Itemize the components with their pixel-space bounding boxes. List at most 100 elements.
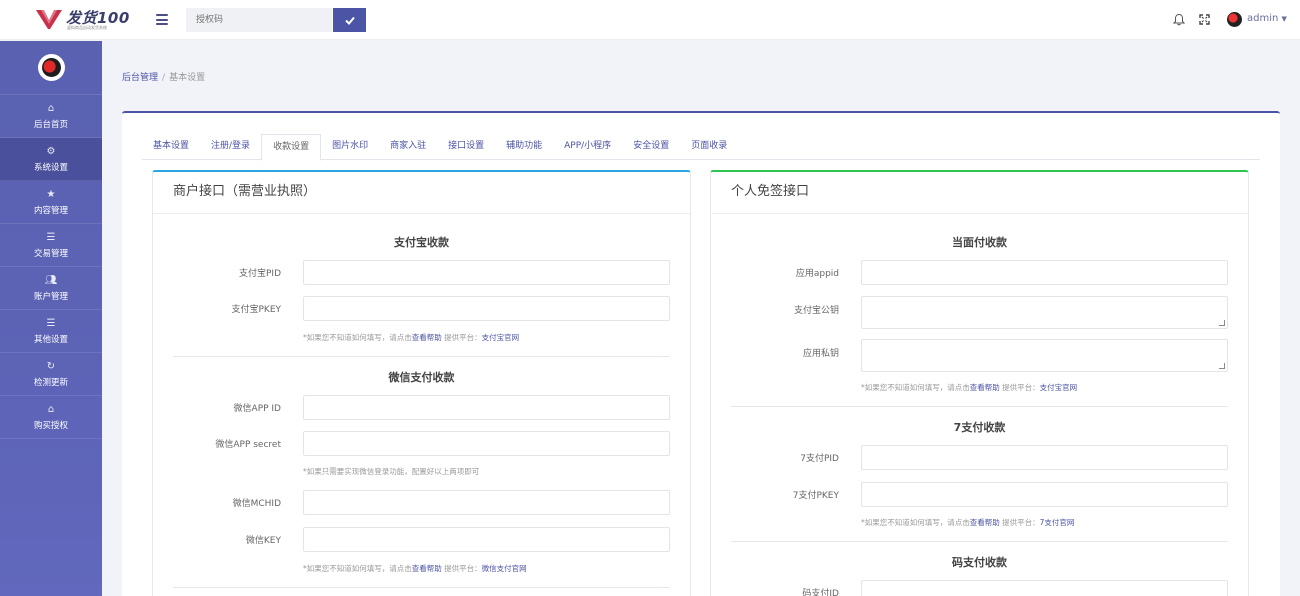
license-submit-button[interactable] xyxy=(333,8,366,32)
wechat-secret-label: 微信APP secret xyxy=(215,440,281,450)
section-title-pay7: 7支付收款 xyxy=(953,421,1006,434)
note-platform: 提供平台： xyxy=(444,564,482,573)
divider xyxy=(731,541,1228,542)
resize-handle[interactable] xyxy=(1219,320,1225,326)
alipay-pkey-input[interactable] xyxy=(303,296,670,321)
pay7-help-note: *如果您不知道如何填写，请点击查看帮助 提供平台：7支付官网 xyxy=(861,517,1074,528)
pay7-pid-label: 7支付PID xyxy=(800,454,839,464)
top-bar: 发货100 虚拟商品自动发货系统 admin ▼ xyxy=(0,0,1300,40)
alipay-pid-label: 支付宝PID xyxy=(238,269,281,279)
logo[interactable]: 发货100 虚拟商品自动发货系统 xyxy=(35,7,129,33)
help-link[interactable]: 查看帮助 xyxy=(412,564,442,573)
f2f-appid-label: 应用appid xyxy=(795,269,839,279)
sidebar-item-label: 购买授权 xyxy=(33,420,68,431)
tab-indexing[interactable]: 页面收录 xyxy=(680,134,738,160)
alipay-help-note: *如果您不知道如何填写，请点击查看帮助 提供平台：支付宝官网 xyxy=(303,332,519,343)
note-text: *如果您不知道如何填写，请点击 xyxy=(303,564,412,573)
note-text: *如果您不知道如何填写，请点击 xyxy=(861,383,970,392)
tab-payment[interactable]: 收款设置 xyxy=(261,134,322,161)
tab-basic[interactable]: 基本设置 xyxy=(142,134,200,160)
sidebar-item-system-settings[interactable]: ⚙ 系统设置 xyxy=(0,138,102,181)
panel-title: 个人免签接口 xyxy=(711,172,1248,214)
wechat-secret-input[interactable] xyxy=(303,431,670,456)
sidebar-item-label: 内容管理 xyxy=(33,205,68,216)
user-menu[interactable]: admin ▼ xyxy=(1247,13,1287,24)
note-platform: 提供平台： xyxy=(1002,518,1040,527)
section-title-alipay: 支付宝收款 xyxy=(394,236,449,249)
list-icon: ☰ xyxy=(46,317,56,329)
sidebar-item-trade[interactable]: ☰ 交易管理 xyxy=(0,224,102,267)
breadcrumb: 后台管理 / 基本设置 xyxy=(122,70,205,83)
star-icon: ★ xyxy=(46,188,56,200)
alipay-public-key-textarea[interactable] xyxy=(861,296,1228,329)
gear-icon: ⚙ xyxy=(46,145,56,157)
help-link[interactable]: 查看帮助 xyxy=(970,518,1000,527)
sidebar-avatar[interactable] xyxy=(37,54,65,81)
bell-icon[interactable] xyxy=(1173,13,1185,26)
panel-title: 商户接口（需营业执照） xyxy=(153,172,690,214)
wechat-appid-input[interactable] xyxy=(303,395,670,420)
codepay-id-label: 码支付ID xyxy=(802,589,839,596)
tab-auxiliary[interactable]: 辅助功能 xyxy=(495,134,553,160)
note-platform: 提供平台： xyxy=(1002,383,1040,392)
tab-watermark[interactable]: 图片水印 xyxy=(321,134,379,160)
user-avatar[interactable] xyxy=(1227,12,1242,27)
sidebar-item-label: 交易管理 xyxy=(33,248,68,259)
alipay-pid-input[interactable] xyxy=(303,260,670,285)
section-title-wechat: 微信支付收款 xyxy=(388,371,455,384)
sidebar-item-content[interactable]: ★ 内容管理 xyxy=(0,181,102,224)
sidebar-item-accounts[interactable]: 👥︎ 账户管理 xyxy=(0,267,102,310)
divider xyxy=(173,587,670,588)
help-link[interactable]: 查看帮助 xyxy=(412,333,442,342)
divider xyxy=(731,406,1228,407)
resize-handle[interactable] xyxy=(1219,363,1225,369)
alipay-official-link[interactable]: 支付宝官网 xyxy=(1040,383,1078,392)
tab-merchant[interactable]: 商家入驻 xyxy=(379,134,437,160)
wechat-appid-label: 微信APP ID xyxy=(233,404,281,414)
personal-interface-panel: 个人免签接口 当面付收款 应用appid 支付宝公钥 应用私钥 *如果您不知道如… xyxy=(710,170,1249,596)
tab-app[interactable]: APP/小程序 xyxy=(553,134,622,160)
pay7-pkey-input[interactable] xyxy=(861,482,1228,507)
sidebar-item-label: 账户管理 xyxy=(33,291,68,302)
sidebar-item-other[interactable]: ☰ 其他设置 xyxy=(0,310,102,353)
sidebar-item-label: 后台首页 xyxy=(33,119,68,130)
help-link[interactable]: 查看帮助 xyxy=(970,383,1000,392)
fullscreen-icon[interactable] xyxy=(1199,14,1210,25)
app-private-key-textarea[interactable] xyxy=(861,339,1228,372)
breadcrumb-separator: / xyxy=(162,73,166,83)
user-name: admin xyxy=(1247,13,1279,24)
menu-toggle-icon[interactable] xyxy=(156,14,168,25)
alipay-official-link[interactable]: 支付宝官网 xyxy=(482,333,520,342)
sidebar-item-label: 其他设置 xyxy=(33,334,68,345)
alipay-pkey-label: 支付宝PKEY xyxy=(231,305,281,315)
sidebar-item-home[interactable]: ⌂ 后台首页 xyxy=(0,95,102,138)
wechat-key-input[interactable] xyxy=(303,527,670,552)
chevron-down-icon: ▼ xyxy=(1281,15,1287,23)
brand-subtitle: 虚拟商品自动发货系统 xyxy=(67,25,108,31)
sidebar-item-label: 检测更新 xyxy=(33,377,68,388)
wechat-help-note: *如果您不知道如何填写，请点击查看帮助 提供平台：微信支付官网 xyxy=(303,563,527,574)
alipay-public-key-label: 支付宝公钥 xyxy=(793,306,839,316)
pay7-pid-input[interactable] xyxy=(861,445,1228,470)
home-icon: ⌂ xyxy=(47,102,55,114)
wechat-official-link[interactable]: 微信支付官网 xyxy=(482,564,527,573)
users-icon: 👥︎ xyxy=(44,274,58,286)
sidebar-item-update[interactable]: ↻ 检测更新 xyxy=(0,353,102,396)
tab-api[interactable]: 接口设置 xyxy=(437,134,495,160)
tab-security[interactable]: 安全设置 xyxy=(622,134,680,160)
pay7-official-link[interactable]: 7支付官网 xyxy=(1040,518,1075,527)
license-code-input[interactable] xyxy=(186,8,332,32)
f2f-appid-input[interactable] xyxy=(861,260,1228,285)
breadcrumb-home-link[interactable]: 后台管理 xyxy=(122,73,158,83)
refresh-icon: ↻ xyxy=(46,360,56,372)
merchant-interface-panel: 商户接口（需营业执照） 支付宝收款 支付宝PID 支付宝PKEY *如果您不知道… xyxy=(152,170,691,596)
note-text: *如果您不知道如何填写，请点击 xyxy=(303,333,412,342)
sidebar-item-buy-license[interactable]: ⌂ 购买授权 xyxy=(0,396,102,439)
app-private-key-label: 应用私钥 xyxy=(802,349,839,359)
tab-register-login[interactable]: 注册/登录 xyxy=(200,134,261,160)
list-icon: ☰ xyxy=(46,231,56,243)
wechat-mchid-input[interactable] xyxy=(303,490,670,515)
settings-tabs: 基本设置 注册/登录 收款设置 图片水印 商家入驻 接口设置 辅助功能 APP/… xyxy=(142,134,1260,161)
codepay-id-input[interactable] xyxy=(861,580,1228,596)
f2f-help-note: *如果您不知道如何填写，请点击查看帮助 提供平台：支付宝官网 xyxy=(861,382,1077,393)
